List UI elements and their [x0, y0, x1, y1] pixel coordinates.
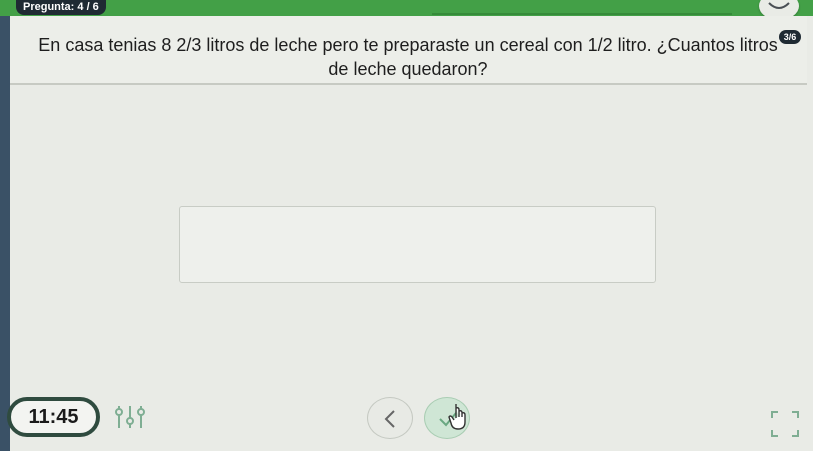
top-progress-bar: [0, 0, 813, 16]
chevron-left-icon: [384, 410, 395, 428]
progress-line: [432, 13, 732, 15]
answer-input[interactable]: [179, 206, 656, 283]
tools-icon[interactable]: [112, 404, 148, 430]
left-edge-decoration: [0, 0, 10, 451]
question-text: En casa tenias 8 2/3 litros de leche per…: [38, 35, 778, 79]
question-panel: En casa tenias 8 2/3 litros de leche per…: [10, 16, 807, 85]
timer: 11:45: [7, 397, 100, 437]
hand-cursor-icon: [448, 404, 466, 430]
score-badge: 3/6: [779, 30, 801, 44]
fullscreen-icon[interactable]: [770, 410, 800, 438]
previous-button[interactable]: [367, 397, 413, 439]
menu-icon: [768, 2, 790, 9]
question-counter: Pregunta: 4 / 6: [16, 0, 106, 15]
